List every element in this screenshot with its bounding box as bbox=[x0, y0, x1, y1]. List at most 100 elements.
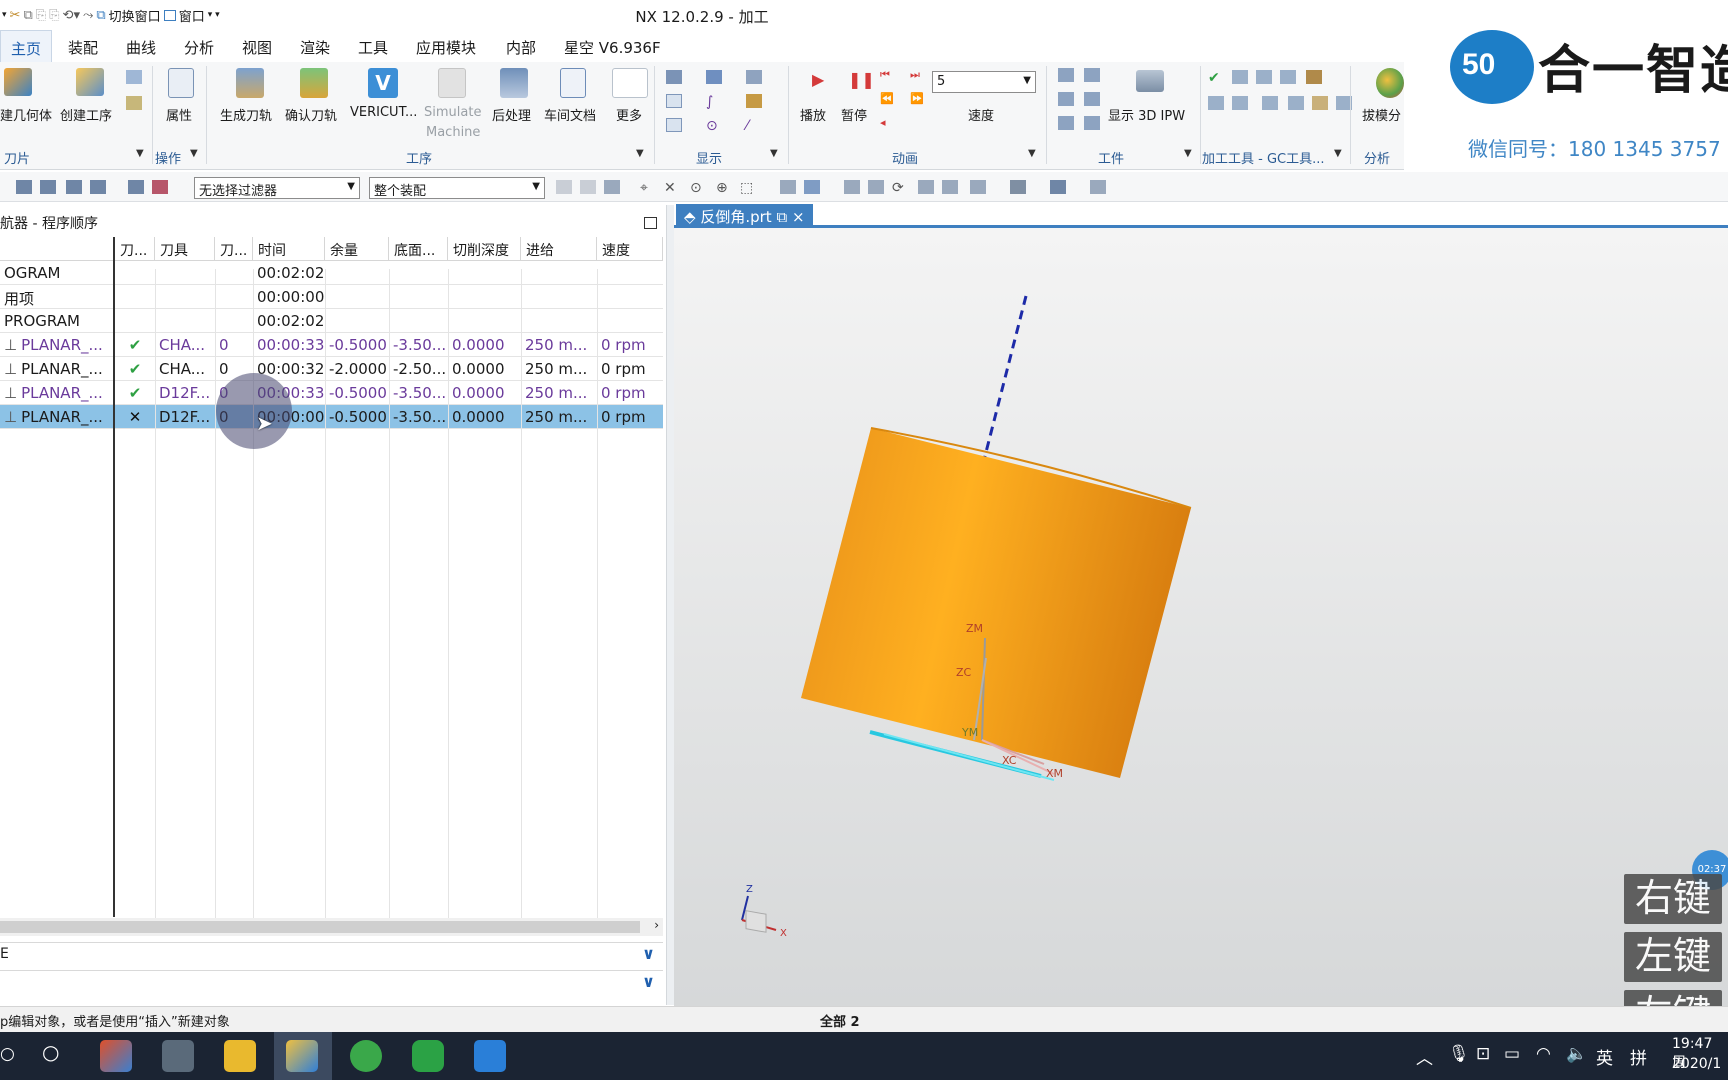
verify-toolpath-button[interactable]: 确认刀轨 bbox=[285, 105, 337, 124]
tab-xingkong[interactable]: 星空 V6.936F bbox=[564, 37, 661, 58]
column-header-name[interactable] bbox=[0, 237, 115, 261]
tab-render[interactable]: 渲染 bbox=[300, 37, 330, 58]
snap-icon-5[interactable]: ✕ bbox=[664, 180, 680, 196]
gc-tool-icon-1[interactable] bbox=[1232, 70, 1248, 84]
workpiece-icon-3[interactable] bbox=[1058, 92, 1074, 106]
scrollbar-thumb[interactable] bbox=[0, 921, 640, 933]
table-row[interactable]: ⊥PLANAR_...✔D12F...000:00:33-0.5000-3.50… bbox=[0, 381, 663, 405]
vericut-icon[interactable]: V bbox=[368, 68, 398, 98]
shop-documentation-button[interactable]: 车间文档 bbox=[544, 105, 596, 124]
nx-app-icon[interactable] bbox=[286, 1040, 318, 1072]
ime-mode[interactable]: 拼 bbox=[1630, 1044, 1647, 1069]
column-header-speed[interactable]: 速度 bbox=[597, 237, 663, 261]
gc-tool-icon-9[interactable] bbox=[1312, 96, 1328, 110]
gc-tool-icon-8[interactable] bbox=[1288, 96, 1304, 110]
chevron-down-icon[interactable]: ∨ bbox=[642, 972, 655, 991]
generate-toolpath-button[interactable]: 生成刀轨 bbox=[220, 105, 272, 124]
postprocess-button[interactable]: 后处理 bbox=[492, 105, 531, 124]
play-button[interactable]: 播放 bbox=[800, 105, 826, 124]
photos-icon[interactable] bbox=[474, 1040, 506, 1072]
view-orientation-icon[interactable] bbox=[1050, 180, 1066, 194]
snap-icon-1[interactable] bbox=[556, 180, 572, 194]
pause-button[interactable]: 暂停 bbox=[841, 105, 867, 124]
view-icon-4[interactable] bbox=[868, 180, 884, 194]
view-icon-6[interactable] bbox=[918, 180, 934, 194]
dependencies-panel-header[interactable]: ∨ bbox=[0, 970, 663, 994]
table-row[interactable]: ⊥ PLANAR_... ✔ CHA... 0 00:00:32 -2.0000 -2.50.… bbox=[0, 357, 663, 381]
pause-icon[interactable]: ❚❚ bbox=[848, 70, 875, 89]
workpiece-icon-1[interactable] bbox=[1058, 68, 1074, 82]
volume-icon[interactable]: 🔈 bbox=[1566, 1044, 1587, 1064]
snap-icon-2[interactable] bbox=[580, 180, 596, 194]
column-header-status[interactable]: 刀... bbox=[115, 237, 155, 261]
gc-tool-icon-5[interactable] bbox=[1208, 96, 1224, 110]
cell-name[interactable]: PROGRAM bbox=[0, 309, 115, 333]
table-row[interactable]: ⊥ PLANAR_... ✔ CHA... 0 00:00:33 -0.5000 -3.50.… bbox=[0, 333, 663, 357]
table-row[interactable]: PROGRAM 00:02:02 bbox=[0, 309, 663, 333]
small-tool-icon[interactable] bbox=[126, 70, 142, 84]
play-icon[interactable]: ▶ bbox=[812, 70, 828, 89]
chevron-down-icon[interactable]: ∨ bbox=[642, 944, 655, 963]
selection-scope-select[interactable]: 整个装配 ▼ bbox=[369, 177, 545, 199]
tab-curve[interactable]: 曲线 bbox=[126, 37, 156, 58]
group-operation-dropdown-icon[interactable]: ▼ bbox=[190, 148, 198, 159]
gc-tool-icon-4[interactable] bbox=[1306, 70, 1322, 84]
battery-icon[interactable]: ▭ bbox=[1504, 1044, 1520, 1064]
group-animation-dropdown-icon[interactable]: ▼ bbox=[1028, 148, 1036, 159]
workpiece-icon-2[interactable] bbox=[1084, 68, 1100, 82]
select-icon-6[interactable] bbox=[152, 180, 168, 194]
more-icon[interactable] bbox=[612, 68, 648, 98]
workpiece-icon-6[interactable] bbox=[1084, 116, 1100, 130]
display-icon-7[interactable] bbox=[666, 118, 682, 132]
gc-tool-icon-2[interactable] bbox=[1256, 70, 1272, 84]
details-panel-header[interactable]: E ∨ bbox=[0, 942, 663, 966]
create-geometry-icon[interactable] bbox=[4, 68, 32, 96]
snap-icon-3[interactable] bbox=[604, 180, 620, 194]
previous-icon[interactable]: ⏪ bbox=[880, 92, 896, 106]
display-icon-3[interactable] bbox=[746, 70, 762, 84]
create-operation-icon[interactable] bbox=[76, 68, 104, 96]
small-method-icon[interactable] bbox=[126, 96, 142, 110]
wechat-icon[interactable] bbox=[412, 1040, 444, 1072]
postprocess-icon[interactable] bbox=[500, 68, 528, 98]
horizontal-scrollbar[interactable]: › bbox=[0, 918, 663, 936]
view-icon-3[interactable] bbox=[844, 180, 860, 194]
browser-icon[interactable] bbox=[350, 1040, 382, 1072]
render-style-icon[interactable] bbox=[1010, 180, 1026, 194]
speed-input[interactable]: 5 ▼ bbox=[932, 71, 1036, 93]
gc-tool-icon-6[interactable] bbox=[1232, 96, 1248, 110]
properties-button[interactable]: 属性 bbox=[166, 105, 192, 124]
draft-analysis-icon[interactable] bbox=[1376, 68, 1404, 98]
selection-filter-select[interactable]: 无选择过滤器 ▼ bbox=[194, 177, 360, 199]
step-back-icon[interactable]: ⏮ bbox=[880, 68, 896, 82]
workpiece-icon-4[interactable] bbox=[1084, 92, 1100, 106]
group-workpiece-dropdown-icon[interactable]: ▼ bbox=[1184, 148, 1192, 159]
more-button[interactable]: 更多 bbox=[616, 105, 642, 124]
column-header-floor[interactable]: 底面... bbox=[389, 237, 448, 261]
vericut-button[interactable]: VERICUT... bbox=[350, 105, 417, 120]
gc-tool-icon-7[interactable] bbox=[1262, 96, 1278, 110]
table-row[interactable]: ⊥PLANAR_...✕D12F...000:00:00-0.5000-3.50… bbox=[0, 405, 663, 429]
create-operation-button[interactable]: 创建工序 bbox=[60, 105, 112, 124]
display-icon-1[interactable] bbox=[666, 70, 682, 84]
model-canvas[interactable]: ZM ZC YM XC XM Z X bbox=[674, 228, 1728, 1006]
tab-application[interactable]: 应用模块 bbox=[416, 37, 476, 58]
ime-language[interactable]: 英 bbox=[1596, 1044, 1613, 1069]
view-icon-1[interactable] bbox=[780, 180, 796, 194]
cell-name[interactable]: OGRAM bbox=[0, 261, 115, 285]
calculator-icon[interactable] bbox=[162, 1040, 194, 1072]
tab-home[interactable]: 主页 bbox=[0, 30, 53, 62]
table-row[interactable]: OGRAM 00:02:02 bbox=[0, 261, 663, 285]
shop-documentation-icon[interactable] bbox=[560, 68, 586, 98]
wifi-icon[interactable]: ◠ bbox=[1536, 1044, 1551, 1064]
tab-tools[interactable]: 工具 bbox=[358, 37, 388, 58]
group-tool-dropdown-icon[interactable]: ▼ bbox=[136, 148, 144, 159]
step-forward-icon[interactable]: ⏭ bbox=[910, 68, 926, 82]
tab-analysis[interactable]: 分析 bbox=[184, 37, 214, 58]
snap-box-icon[interactable]: ⬚ bbox=[740, 180, 756, 196]
display-icon-6[interactable] bbox=[746, 94, 762, 108]
file-explorer-icon[interactable] bbox=[224, 1040, 256, 1072]
curve-icon[interactable]: ∫ bbox=[706, 94, 722, 110]
cell-name[interactable]: ⊥ PLANAR_... bbox=[0, 357, 115, 381]
group-machining-tools-dropdown-icon[interactable]: ▼ bbox=[1334, 148, 1342, 159]
